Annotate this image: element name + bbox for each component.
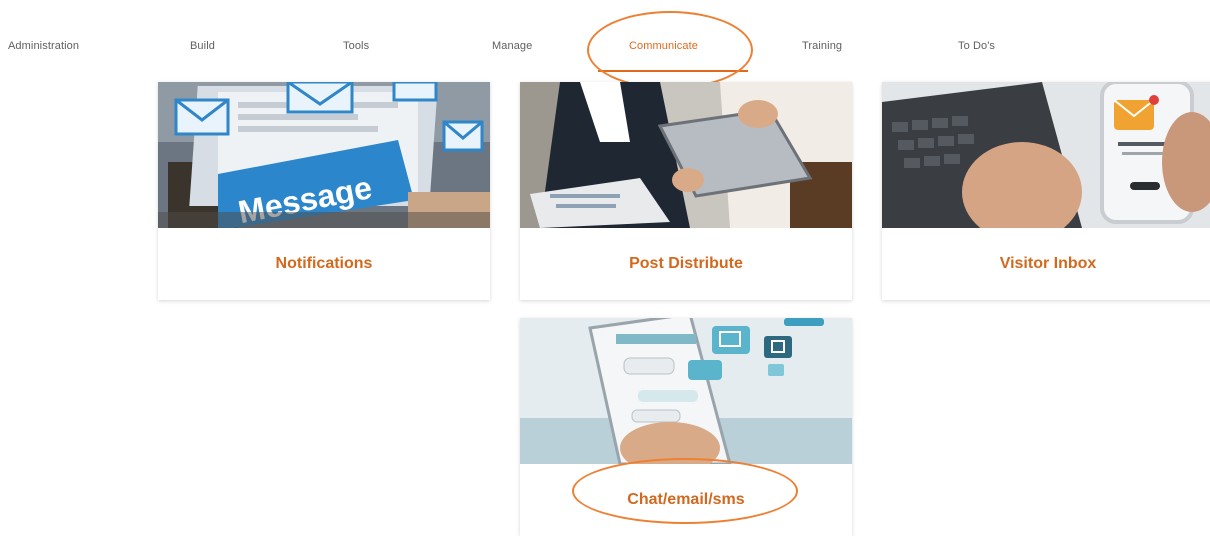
- tab-tools[interactable]: Tools: [343, 40, 369, 52]
- tablet-business-image: [520, 82, 852, 228]
- tab-todos[interactable]: To Do's: [958, 40, 995, 52]
- card-chat-email-sms[interactable]: Chat/email/sms: [520, 318, 852, 536]
- tab-build[interactable]: Build: [190, 40, 215, 52]
- card-title-visitor-inbox: Visitor Inbox: [999, 255, 1097, 272]
- phone-laptop-image: [882, 82, 1210, 228]
- top-nav: Administration Build Tools Manage Commun…: [0, 0, 1210, 74]
- message-envelope-image: Message: [158, 82, 490, 228]
- chat-phone-image: [520, 318, 852, 464]
- card-title-notifications: Notifications: [275, 255, 373, 272]
- tab-training[interactable]: Training: [802, 40, 842, 52]
- card-post-distribute[interactable]: Post Distribute: [520, 82, 852, 300]
- tab-administration[interactable]: Administration: [8, 40, 79, 52]
- active-tab-underline: [598, 70, 748, 72]
- card-visitor-inbox[interactable]: Visitor Inbox: [882, 82, 1210, 300]
- card-title-post-distribute: Post Distribute: [629, 255, 743, 272]
- tab-manage[interactable]: Manage: [492, 40, 532, 52]
- tab-communicate[interactable]: Communicate: [629, 40, 698, 52]
- card-title-chat-email-sms: Chat/email/sms: [627, 491, 745, 508]
- card-notifications[interactable]: Message Notifications: [158, 82, 490, 300]
